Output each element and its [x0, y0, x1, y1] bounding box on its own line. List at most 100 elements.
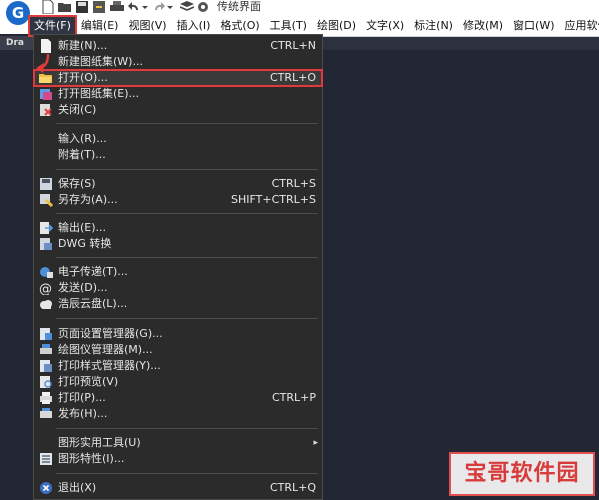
- menu-item-label: 发布(H)...: [58, 407, 108, 420]
- menu-item-shortcut: CTRL+P: [271, 391, 316, 404]
- menu-item-save[interactable]: 保存(S) CTRL+S: [34, 176, 322, 192]
- qa-layers-icon[interactable]: [180, 0, 194, 14]
- menu-item-new[interactable]: 新建(N)... CTRL+N: [34, 38, 322, 54]
- menu-window[interactable]: 窗口(W): [509, 17, 558, 35]
- menu-edit[interactable]: 编辑(E): [77, 17, 123, 35]
- new-file-icon: [41, 39, 51, 53]
- menu-separator: [56, 473, 318, 474]
- qa-save-icon[interactable]: [76, 0, 88, 14]
- menu-item-shortcut: CTRL+Q: [269, 481, 316, 494]
- menu-item-label: 关闭(C): [58, 103, 97, 116]
- open-sheetset-icon: [40, 89, 52, 100]
- menu-apps[interactable]: 应用软件(A): [561, 17, 599, 35]
- menu-item-new-sheetset[interactable]: 新建图纸集(W)...: [34, 54, 322, 70]
- menu-item-etransmit[interactable]: 电子传递(T)...: [34, 264, 322, 280]
- menu-item-label: 打印预览(V): [58, 375, 119, 388]
- qa-saveas-icon[interactable]: [93, 0, 105, 14]
- menu-item-label: 打印样式管理器(Y)...: [58, 359, 161, 372]
- send-at-icon: @: [39, 282, 52, 295]
- menu-item-label: 浩辰云盘(L)...: [58, 297, 128, 310]
- menu-item-close[interactable]: 关闭(C): [34, 102, 322, 118]
- qa-redo-icon[interactable]: [153, 0, 173, 14]
- menu-item-drawing-properties[interactable]: 图形特性(I)...: [34, 451, 322, 467]
- menu-item-label: 保存(S): [58, 177, 96, 190]
- menu-item-send[interactable]: @ 发送(D)...: [34, 280, 322, 296]
- menu-insert[interactable]: 插入(I): [173, 17, 215, 35]
- qa-new-icon[interactable]: [42, 0, 54, 14]
- plotter-icon: [40, 344, 52, 354]
- site-watermark: 宝哥软件园: [449, 452, 595, 496]
- menu-item-attach[interactable]: 附着(T)...: [34, 147, 322, 163]
- save-as-icon: [40, 194, 53, 207]
- workspace-title: 传统界面: [217, 0, 261, 13]
- menu-item-cloud[interactable]: 浩辰云盘(L)...: [34, 296, 322, 312]
- qa-open-icon[interactable]: [58, 0, 72, 14]
- menu-item-label: 页面设置管理器(G)...: [58, 327, 163, 340]
- exit-icon: [40, 482, 52, 494]
- menu-item-label: 另存为(A)...: [58, 193, 118, 206]
- menu-item-label: 绘图仪管理器(M)...: [58, 343, 153, 356]
- publish-icon: [40, 408, 52, 418]
- file-menu-dropdown: 新建(N)... CTRL+N 新建图纸集(W)... 打开(O)... CTR…: [33, 34, 323, 500]
- export-icon: [40, 222, 53, 234]
- menu-item-label: 新建图纸集(W)...: [58, 55, 143, 68]
- document-tab[interactable]: Dra: [0, 36, 36, 50]
- menu-separator: [56, 213, 318, 214]
- menu-item-dwg-convert[interactable]: DWG 转换: [34, 236, 322, 252]
- menu-modify[interactable]: 修改(M): [459, 17, 507, 35]
- menu-item-drawing-utilities[interactable]: 图形实用工具(U) ▸: [34, 435, 322, 451]
- menu-item-shortcut: CTRL+O: [269, 71, 316, 84]
- app-logo-icon[interactable]: G: [6, 1, 30, 25]
- menu-separator: [56, 169, 318, 170]
- menu-item-page-setup[interactable]: 页面设置管理器(G)...: [34, 326, 322, 342]
- menu-item-label: 退出(X): [58, 481, 97, 494]
- menu-item-plot-style-manager[interactable]: 打印样式管理器(Y)...: [34, 358, 322, 374]
- menu-item-label: 附着(T)...: [58, 148, 106, 161]
- close-doc-icon: [40, 104, 52, 116]
- menu-item-export[interactable]: 输出(E)...: [34, 220, 322, 236]
- menu-separator: [56, 257, 318, 258]
- save-icon: [40, 178, 52, 190]
- print-preview-icon: [40, 376, 52, 388]
- svg-text:@: @: [39, 282, 52, 295]
- menu-item-label: 新建(N)...: [58, 39, 108, 52]
- qa-print-icon[interactable]: [110, 0, 124, 14]
- etransmit-icon: [40, 267, 53, 278]
- properties-icon: [40, 453, 52, 465]
- menu-tools[interactable]: 工具(T): [266, 17, 311, 35]
- menu-text[interactable]: 文字(X): [362, 17, 408, 35]
- qa-undo-icon[interactable]: [128, 0, 148, 14]
- document-tab-label: Dra: [6, 38, 24, 48]
- menu-separator: [56, 318, 318, 319]
- menu-item-label: DWG 转换: [58, 237, 112, 250]
- annotation-arrow-icon: [36, 54, 50, 73]
- menu-item-shortcut: CTRL+N: [270, 39, 316, 52]
- menu-draw[interactable]: 绘图(D): [313, 17, 360, 35]
- menu-dimension[interactable]: 标注(N): [410, 17, 457, 35]
- menu-item-plotter-manager[interactable]: 绘图仪管理器(M)...: [34, 342, 322, 358]
- menu-item-label: 打开图纸集(E)...: [58, 87, 140, 100]
- page-setup-icon: [40, 328, 52, 340]
- menu-view[interactable]: 视图(V): [124, 17, 170, 35]
- menu-separator: [56, 123, 318, 124]
- menu-item-shortcut: CTRL+S: [271, 177, 316, 190]
- menu-separator: [56, 428, 318, 429]
- menu-item-open-sheetset[interactable]: 打开图纸集(E)...: [34, 86, 322, 102]
- menu-item-label: 输出(E)...: [58, 221, 107, 234]
- menu-item-print-preview[interactable]: 打印预览(V): [34, 374, 322, 390]
- title-bar: [0, 0, 599, 16]
- menu-item-label: 输入(R)...: [58, 132, 107, 145]
- menu-item-exit[interactable]: 退出(X) CTRL+Q: [34, 480, 322, 496]
- cloud-icon: [40, 300, 52, 309]
- menu-format[interactable]: 格式(O): [216, 17, 263, 35]
- menu-item-publish[interactable]: 发布(H)...: [34, 406, 322, 422]
- dwg-convert-icon: [40, 238, 52, 250]
- menu-file[interactable]: 文件(F): [28, 15, 77, 37]
- plot-style-icon: [40, 360, 52, 372]
- menu-item-print[interactable]: 打印(P)... CTRL+P: [34, 390, 322, 406]
- menu-item-save-as[interactable]: 另存为(A)... SHIFT+CTRL+S: [34, 192, 322, 208]
- menu-item-label: 电子传递(T)...: [58, 265, 128, 278]
- menu-item-import[interactable]: 输入(R)...: [34, 131, 322, 147]
- qa-workspace-icon[interactable]: [197, 0, 211, 14]
- menu-item-open[interactable]: 打开(O)... CTRL+O: [33, 69, 323, 87]
